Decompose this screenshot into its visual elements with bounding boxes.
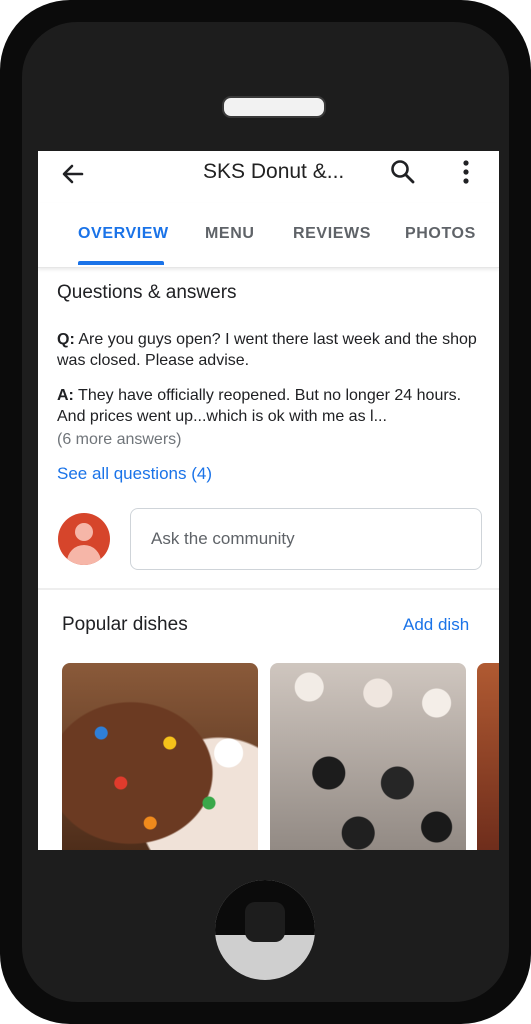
- tab-overview[interactable]: OVERVIEW: [78, 225, 169, 243]
- ask-community-input[interactable]: Ask the community: [130, 508, 482, 570]
- tab-reviews[interactable]: REVIEWS: [293, 225, 371, 243]
- tab-bar: OVERVIEW MENU REVIEWS PHOTOS: [38, 203, 499, 268]
- dish-photo[interactable]: [62, 663, 258, 850]
- more-vert-icon[interactable]: [456, 157, 476, 187]
- question-body: Are you guys open? I went there last wee…: [57, 331, 477, 369]
- answer-text: A: They have officially reopened. But no…: [57, 385, 487, 427]
- avatar[interactable]: [58, 513, 110, 565]
- app-screen: SKS Donut &... OVERVIEW MENU REVIEWS PHO…: [38, 151, 499, 850]
- ask-community-placeholder: Ask the community: [151, 529, 295, 548]
- tab-menu[interactable]: MENU: [205, 225, 255, 243]
- active-tab-indicator: [78, 261, 164, 265]
- answer-body: They have officially reopened. But no lo…: [57, 387, 462, 425]
- add-dish-button[interactable]: Add dish: [403, 615, 469, 635]
- arrow-back-icon[interactable]: [58, 159, 88, 189]
- phone-frame: SKS Donut &... OVERVIEW MENU REVIEWS PHO…: [0, 0, 531, 1024]
- answer-wrap: A: They have officially reopened. But no…: [57, 385, 487, 427]
- more-answers-count[interactable]: (6 more answers): [57, 431, 181, 449]
- qa-section-title: Questions & answers: [57, 282, 237, 303]
- home-button[interactable]: [215, 880, 315, 980]
- tab-photos[interactable]: PHOTOS: [405, 225, 476, 243]
- dish-photo[interactable]: [477, 663, 499, 850]
- phone-speaker: [222, 96, 326, 118]
- avatar-head: [75, 523, 93, 541]
- dish-photo[interactable]: [270, 663, 466, 850]
- search-icon[interactable]: [388, 157, 418, 187]
- popular-dishes-title: Popular dishes: [62, 614, 188, 635]
- avatar-body: [67, 545, 101, 565]
- see-all-questions-link[interactable]: See all questions (4): [57, 464, 212, 484]
- home-button-square: [245, 902, 285, 942]
- question-label: Q:: [57, 331, 75, 348]
- question-text: Q: Are you guys open? I went there last …: [57, 329, 487, 371]
- place-title: SKS Donut &...: [203, 160, 345, 183]
- answer-label: A:: [57, 387, 74, 404]
- app-bar: SKS Donut &...: [38, 151, 499, 201]
- section-divider: [38, 588, 499, 590]
